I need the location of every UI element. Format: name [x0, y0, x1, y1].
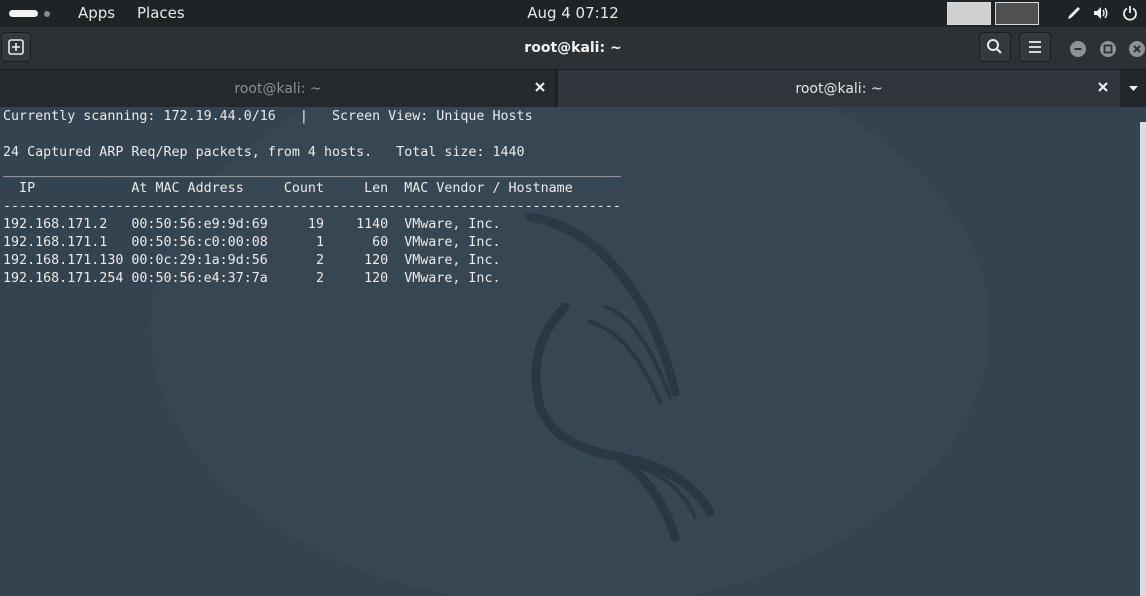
top-panel: Apps Places Aug 4 07:12	[0, 0, 1146, 27]
terminal-headerbar: root@kali: ~	[0, 27, 1146, 70]
hamburger-menu-icon	[1029, 41, 1041, 53]
separator-line: ________________________________________…	[3, 163, 621, 178]
volume-icon[interactable]	[1093, 5, 1109, 21]
host-row: 192.168.171.254 00:50:56:e4:37:7a 2 120 …	[3, 271, 501, 286]
host-row: 192.168.171.130 00:0c:29:1a:9d:56 2 120 …	[3, 253, 501, 268]
tab-bar: root@kali: ~ root@kali: ~	[0, 70, 1146, 107]
chevron-down-icon	[1129, 86, 1138, 91]
pen-icon[interactable]	[1066, 5, 1082, 21]
close-icon	[1133, 45, 1141, 53]
terminal-output: Currently scanning: 172.19.44.0/16 | Scr…	[3, 108, 621, 288]
separator-line: ----------------------------------------…	[3, 199, 621, 214]
terminal-view[interactable]: Currently scanning: 172.19.44.0/16 | Scr…	[0, 107, 1146, 596]
tab-2[interactable]: root@kali: ~	[558, 70, 1120, 107]
search-icon	[987, 39, 1002, 54]
table-header: IP At MAC Address Count Len MAC Vendor /…	[3, 181, 573, 196]
window-title: root@kali: ~	[524, 40, 622, 56]
tab-list-button[interactable]	[1121, 70, 1146, 107]
minimize-button[interactable]	[1070, 41, 1086, 57]
maximize-button[interactable]	[1100, 41, 1116, 57]
terminal-scrollbar[interactable]	[1140, 122, 1146, 596]
menu-button[interactable]	[1019, 32, 1051, 62]
capture-summary-line: 24 Captured ARP Req/Rep packets, from 4 …	[3, 145, 525, 160]
close-icon	[535, 82, 545, 92]
workspace-1[interactable]	[947, 2, 991, 25]
power-icon[interactable]	[1122, 5, 1138, 21]
workspace-2[interactable]	[995, 2, 1039, 25]
tab-close-button[interactable]	[1095, 79, 1111, 95]
close-icon	[1098, 82, 1108, 92]
tab-1[interactable]: root@kali: ~	[0, 70, 557, 107]
scan-status-line: Currently scanning: 172.19.44.0/16 | Scr…	[3, 109, 533, 124]
close-window-button[interactable]	[1129, 41, 1145, 57]
host-row: 192.168.171.1 00:50:56:c0:00:08 1 60 VMw…	[3, 235, 501, 250]
tab-label: root@kali: ~	[795, 81, 883, 97]
maximize-icon	[1103, 44, 1113, 54]
host-row: 192.168.171.2 00:50:56:e9:9d:69 19 1140 …	[3, 217, 501, 232]
search-button[interactable]	[979, 32, 1011, 62]
tab-close-button[interactable]	[532, 79, 548, 95]
tab-label: root@kali: ~	[234, 81, 322, 97]
minimize-icon	[1074, 48, 1082, 50]
